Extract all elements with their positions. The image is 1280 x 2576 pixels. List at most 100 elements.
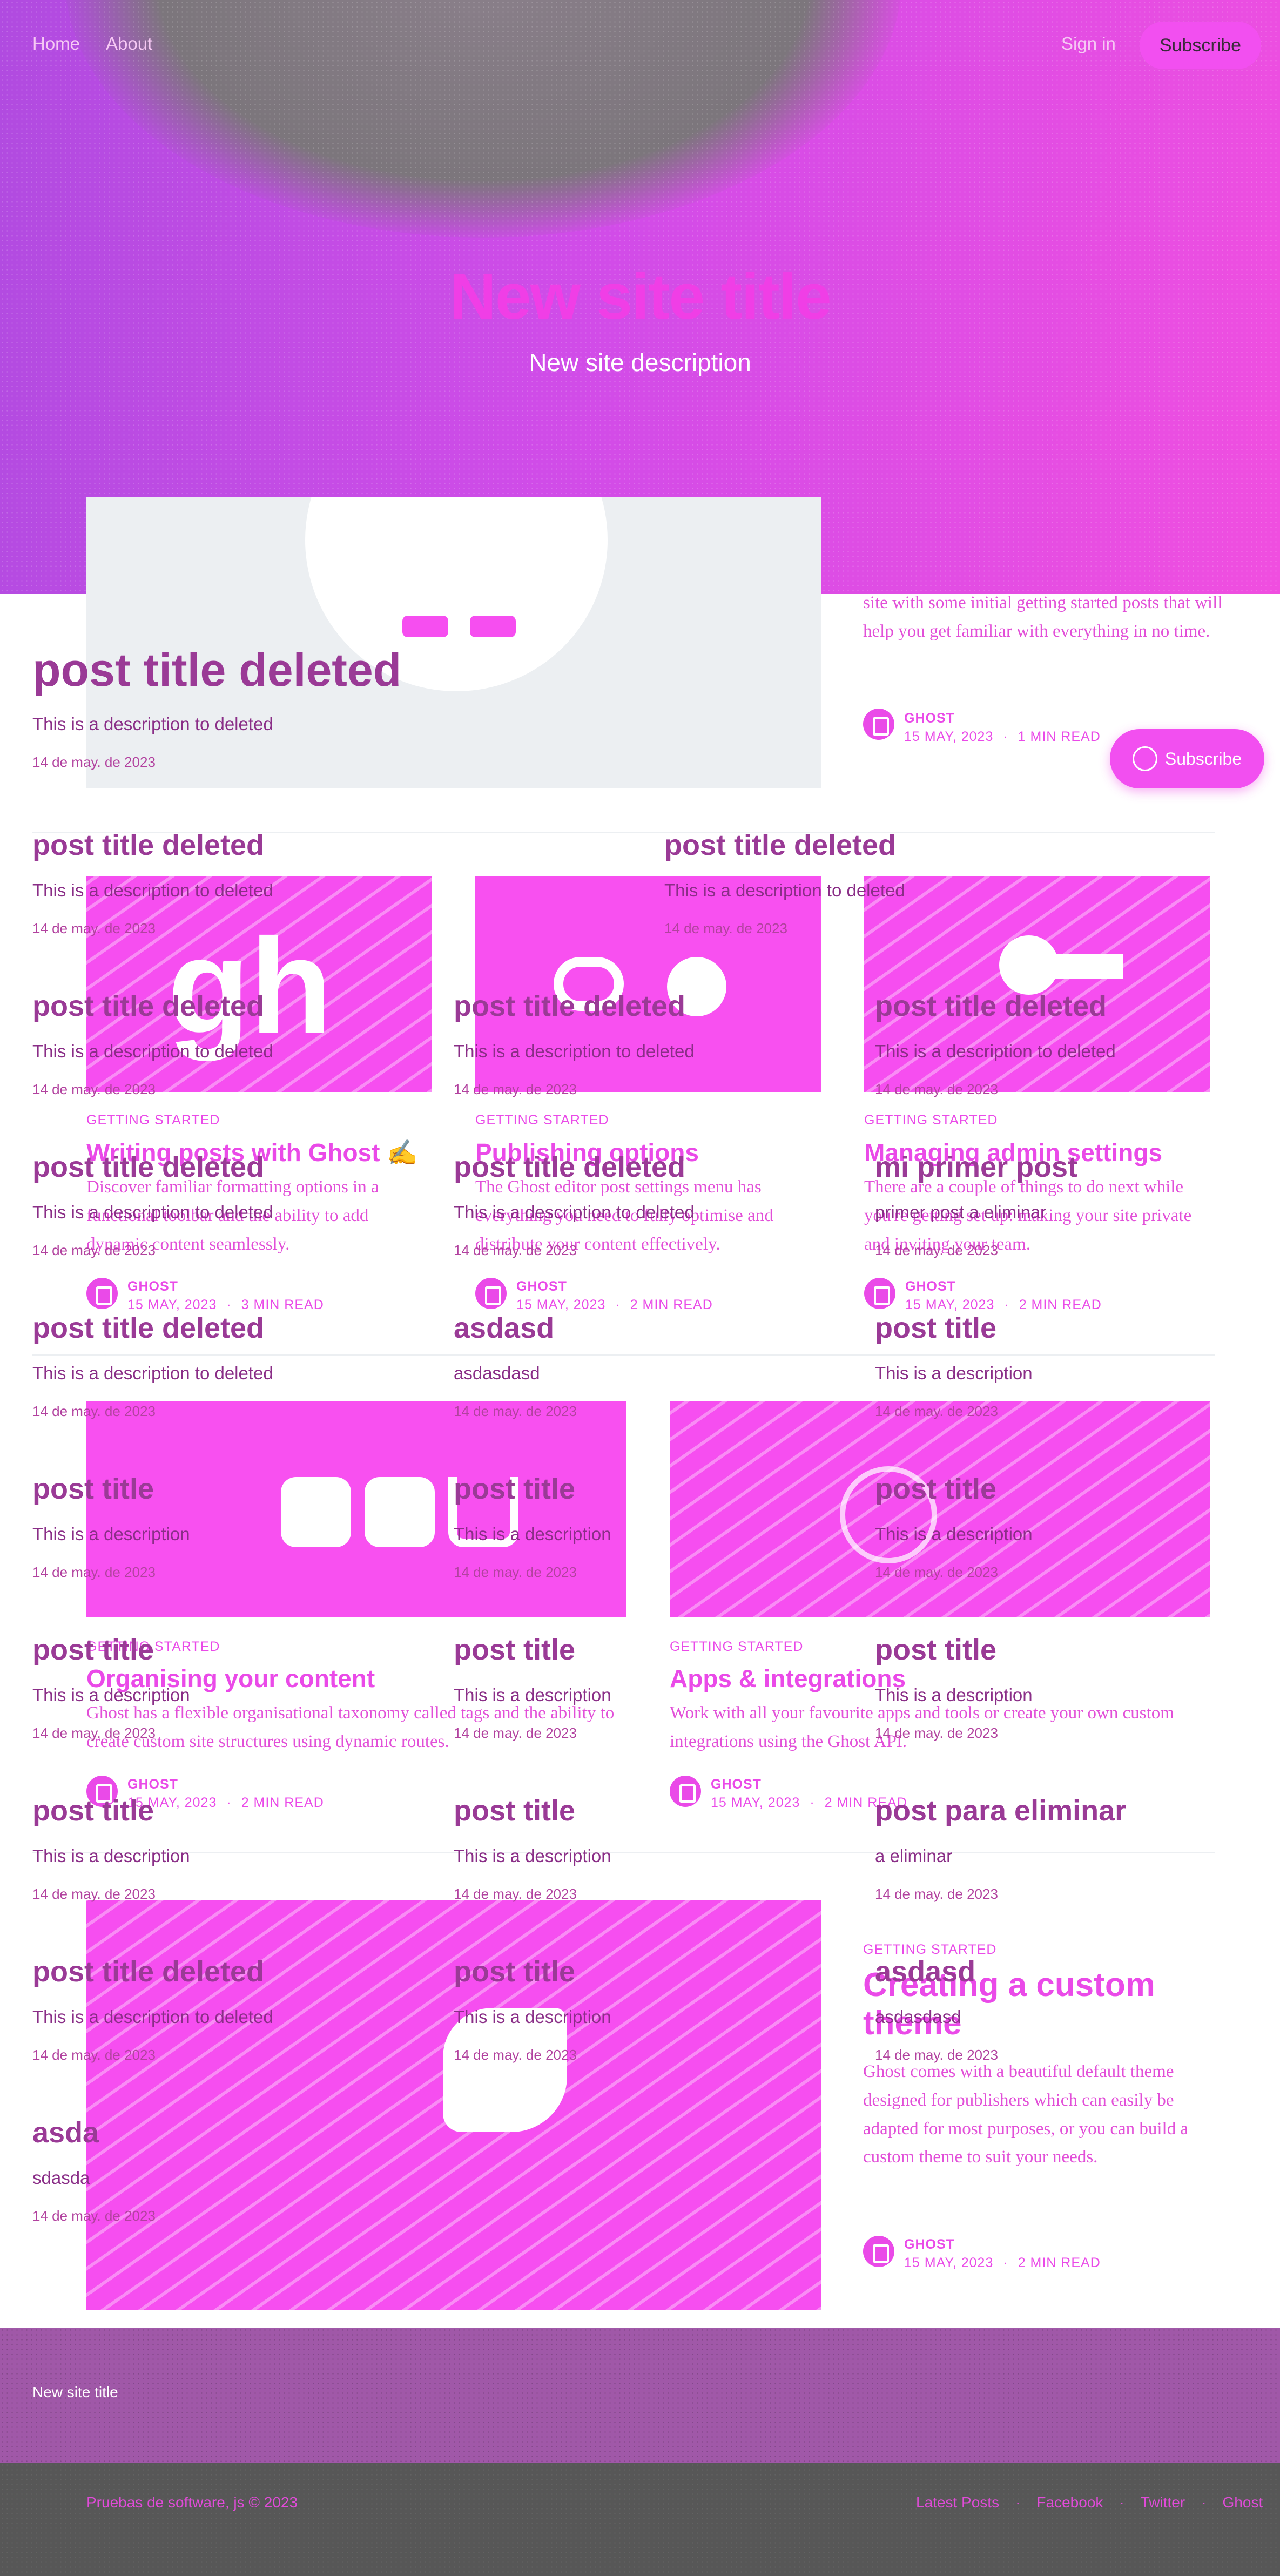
footer-link-ghost[interactable]: Ghost xyxy=(1223,2494,1263,2511)
post-tag[interactable]: GETTING STARTED xyxy=(86,1112,220,1128)
author-name[interactable]: GHOST xyxy=(905,1279,956,1294)
post-title[interactable]: post title xyxy=(454,1955,575,1988)
post-meta: 15 MAY, 2023 · 2 MIN READ xyxy=(905,1297,1102,1312)
post-excerpt: Ghost comes with a beautiful default the… xyxy=(863,2062,1189,2167)
post-description: This is a description xyxy=(454,1524,611,1544)
post-title[interactable]: asdasd xyxy=(454,1311,554,1345)
post-title[interactable]: post title xyxy=(454,1794,575,1828)
post-meta: 15 MAY, 2023 · 2 MIN READ xyxy=(516,1297,713,1312)
post-title[interactable]: post title xyxy=(875,1311,996,1345)
post-title[interactable]: asdasd xyxy=(875,1955,975,1988)
signin-link[interactable]: Sign in xyxy=(1061,33,1116,54)
post-tag[interactable]: GETTING STARTED xyxy=(670,1639,803,1655)
post-description: This is a description to deleted xyxy=(32,2007,273,2027)
post-title[interactable]: post title deleted xyxy=(875,989,1107,1023)
site-title: New site title xyxy=(449,260,832,333)
post-date: 14 de may. de 2023 xyxy=(875,1725,998,1741)
footer-copyright: Pruebas de software, js © 2023 xyxy=(86,2494,298,2511)
post-title[interactable]: post title xyxy=(875,1633,996,1667)
post-title[interactable]: post title xyxy=(32,1633,154,1667)
post-description: This is a description xyxy=(32,1685,190,1705)
post-title[interactable]: post title xyxy=(454,1633,575,1667)
author-name[interactable]: GHOST xyxy=(516,1279,567,1294)
post-date: 14 de may. de 2023 xyxy=(32,754,156,770)
post-description: This is a description to deleted xyxy=(454,1041,695,1061)
header-subscribe-button[interactable]: Subscribe xyxy=(1140,22,1261,69)
post-date: 14 de may. de 2023 xyxy=(32,1081,156,1097)
post-image[interactable] xyxy=(670,1401,1210,1617)
post-title[interactable]: mi primer post xyxy=(875,1150,1077,1184)
post-tag[interactable]: GETTING STARTED xyxy=(475,1112,609,1128)
post-description: This is a description to deleted xyxy=(32,1202,273,1222)
post-tag[interactable]: GETTING STARTED xyxy=(864,1112,998,1128)
post-title[interactable]: post title deleted xyxy=(32,828,264,862)
post-description: primer post a eliminar xyxy=(875,1202,1047,1222)
footer-cta-section: New site title xyxy=(0,2328,1280,2463)
toggle-shape xyxy=(470,616,516,637)
author-avatar[interactable] xyxy=(863,709,894,740)
post-title[interactable]: post title deleted xyxy=(32,1150,264,1184)
post-date: 14 de may. de 2023 xyxy=(454,1081,577,1097)
post-title[interactable]: post title xyxy=(875,1472,996,1506)
post-title[interactable]: post title xyxy=(32,1472,154,1506)
post-title[interactable]: post title deleted xyxy=(32,1955,264,1988)
post-title[interactable]: post para eliminar xyxy=(875,1794,1126,1828)
post-image[interactable] xyxy=(86,1401,626,1617)
post-title[interactable]: asda xyxy=(32,2116,99,2149)
post-description: sdasda xyxy=(32,2168,90,2188)
nav-about-link[interactable]: About xyxy=(106,33,152,54)
author-name[interactable]: GHOST xyxy=(711,1777,762,1792)
post-description: This is a description to deleted xyxy=(32,880,273,900)
post-meta: 15 MAY, 2023 · 1 MIN READ xyxy=(904,729,1101,744)
post-date: 14 de may. de 2023 xyxy=(32,1564,156,1580)
post-title[interactable]: post title deleted xyxy=(32,1311,264,1345)
post-date: 14 de may. de 2023 xyxy=(32,920,156,936)
author-name[interactable]: GHOST xyxy=(127,1279,178,1294)
ghost-logo-text: gh xyxy=(167,911,333,1061)
post-description: asdasdasd xyxy=(875,2007,961,2027)
post-title[interactable]: post title xyxy=(32,1794,154,1828)
author-avatar[interactable] xyxy=(670,1776,701,1807)
post-date: 14 de may. de 2023 xyxy=(875,1081,998,1097)
author-name[interactable]: GHOST xyxy=(904,2237,955,2253)
divider xyxy=(32,1852,1215,1853)
author-name[interactable]: GHOST xyxy=(904,711,955,726)
author-avatar[interactable] xyxy=(864,1278,895,1309)
post-date: 14 de may. de 2023 xyxy=(875,2047,998,2063)
post-title[interactable]: post title deleted xyxy=(664,828,896,862)
footer-link-facebook[interactable]: Facebook xyxy=(1036,2494,1103,2511)
floating-subscribe-button[interactable]: Subscribe xyxy=(1110,729,1264,788)
footer-link-latest-posts[interactable]: Latest Posts xyxy=(916,2494,999,2511)
post-description: a eliminar xyxy=(875,1846,953,1866)
author-avatar[interactable] xyxy=(86,1278,118,1309)
post-meta: 15 MAY, 2023 · 2 MIN READ xyxy=(904,2255,1101,2270)
post-title[interactable]: post title deleted xyxy=(32,644,401,697)
post-description: This is a description to deleted xyxy=(32,714,273,734)
feature-post-image[interactable] xyxy=(86,497,821,788)
author-name[interactable]: GHOST xyxy=(127,1777,178,1792)
post-date: 14 de may. de 2023 xyxy=(875,1242,998,1258)
post-description: This is a description xyxy=(875,1524,1033,1544)
post-date: 14 de may. de 2023 xyxy=(875,1564,998,1580)
post-description: This is a description to deleted xyxy=(875,1041,1116,1061)
footer-link-twitter[interactable]: Twitter xyxy=(1141,2494,1185,2511)
footer-site-title[interactable]: New site title xyxy=(32,2384,118,2401)
author-avatar[interactable] xyxy=(863,2236,894,2267)
portal-icon xyxy=(1132,746,1157,771)
nav-home-link[interactable]: Home xyxy=(32,33,80,54)
post-title[interactable]: post title xyxy=(454,1472,575,1506)
author-avatar[interactable] xyxy=(475,1278,507,1309)
site-footer: Pruebas de software, js © 2023 Latest Po… xyxy=(0,2463,1280,2576)
site-description: New site description xyxy=(529,348,751,376)
post-title[interactable]: post title deleted xyxy=(454,1150,685,1184)
feature-post-excerpt: site with some initial getting started p… xyxy=(863,593,1223,641)
post-description: This is a description xyxy=(32,1846,190,1866)
post-description: asdasdasd xyxy=(454,1363,540,1383)
post-description: This is a description xyxy=(875,1685,1033,1705)
post-date: 14 de may. de 2023 xyxy=(454,1242,577,1258)
post-title[interactable]: post title deleted xyxy=(32,989,264,1023)
post-date: 14 de may. de 2023 xyxy=(454,2047,577,2063)
post-meta: 15 MAY, 2023 · 3 MIN READ xyxy=(127,1297,324,1312)
post-title[interactable]: post title deleted xyxy=(454,989,685,1023)
post-description: This is a description to deleted xyxy=(454,1202,695,1222)
